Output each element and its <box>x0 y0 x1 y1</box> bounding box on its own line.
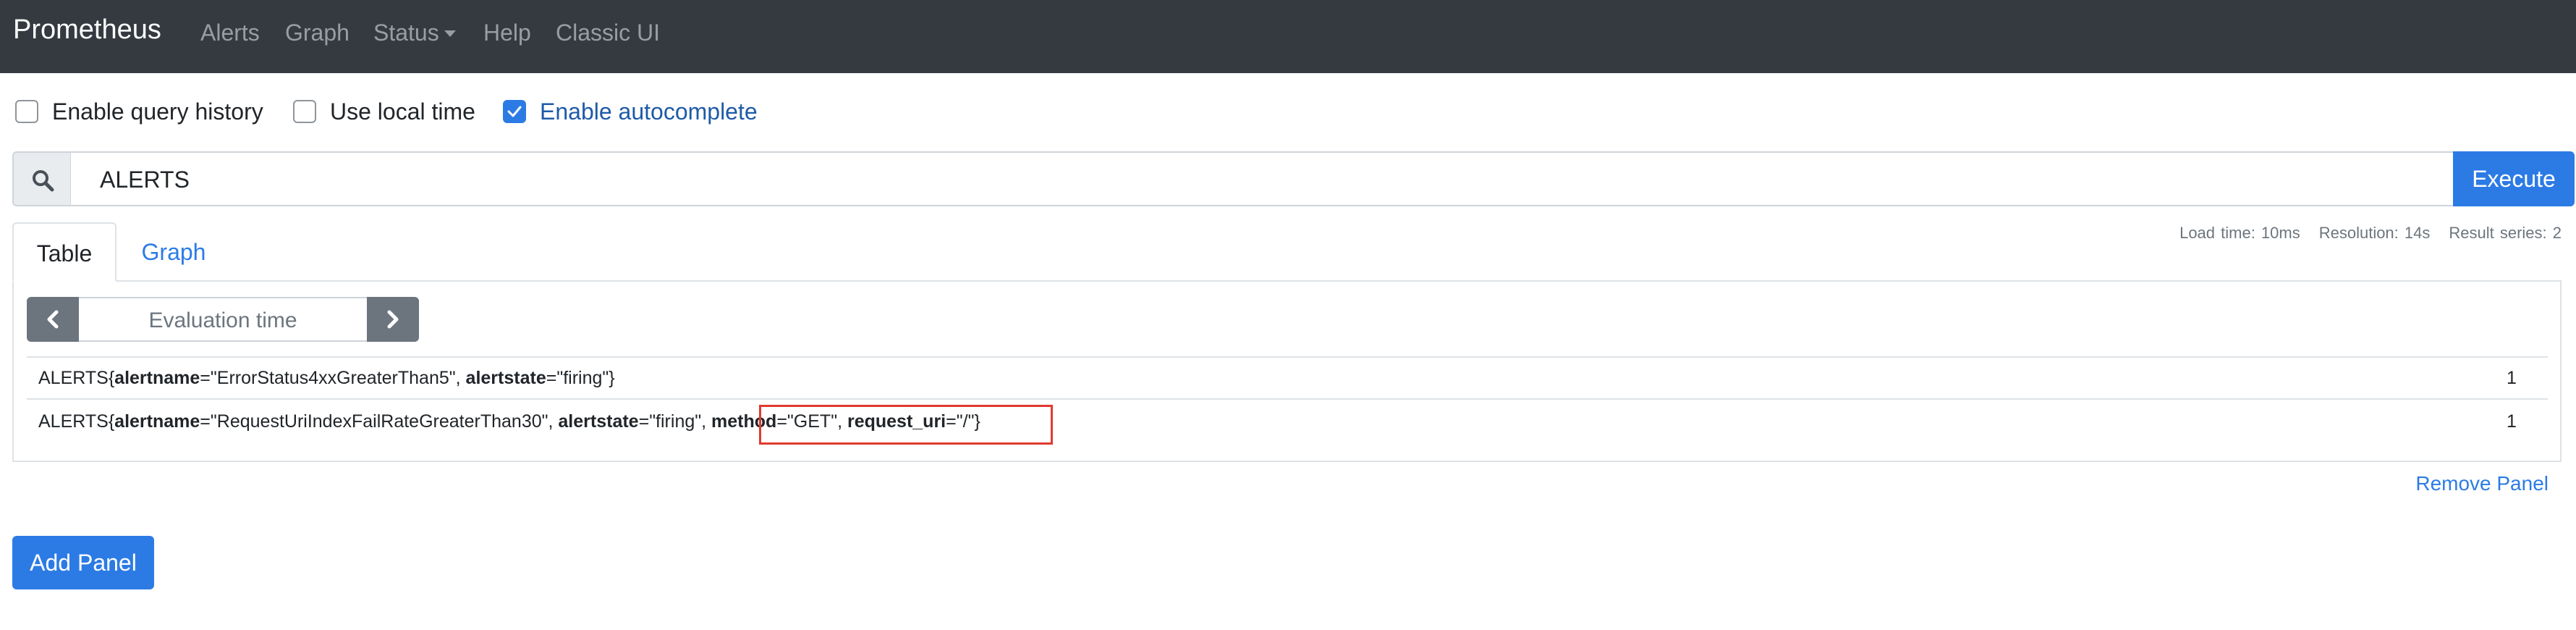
chevron-right-icon <box>387 310 399 329</box>
query-history-option[interactable]: Enable query history <box>15 97 276 126</box>
nav-alerts[interactable]: Alerts <box>200 20 260 46</box>
query-stats: Load time: 10ms Resolution: 14s Result ser… <box>2161 224 2562 243</box>
table-row-series: ALERTS{alertname="ErrorStatus4xxGreaterT… <box>38 368 615 388</box>
add-panel-button[interactable]: Add Panel <box>12 536 154 589</box>
evaluation-time-placeholder: Evaluation time <box>148 308 297 332</box>
table-row-value: 1 <box>2507 411 2517 432</box>
autocomplete-checkbox[interactable] <box>503 100 526 123</box>
nav-help[interactable]: Help <box>483 20 531 46</box>
remove-panel-link[interactable]: Remove Panel <box>2415 472 2549 495</box>
top-navbar: Prometheus Alerts Graph Status Help Clas… <box>0 0 2576 73</box>
expression-input[interactable]: ALERTS <box>71 151 2455 206</box>
resolution-stat: Resolution: 14s <box>2318 224 2431 242</box>
table-row-value: 1 <box>2507 368 2517 388</box>
query-input-group: ALERTS Execute <box>12 151 2575 206</box>
checkmark-icon <box>507 106 522 117</box>
local-time-option[interactable]: Use local time <box>293 97 510 126</box>
nav-classic-ui[interactable]: Classic UI <box>556 20 660 46</box>
chevron-left-icon <box>47 310 59 329</box>
brand-logo-text[interactable]: Prometheus <box>13 14 161 46</box>
nav-graph[interactable]: Graph <box>285 20 349 46</box>
result-series-stat: Result series: 2 <box>2449 224 2562 242</box>
autocomplete-option[interactable]: Enable autocomplete <box>503 97 778 126</box>
execute-button[interactable]: Execute <box>2453 151 2575 206</box>
search-icon-box <box>12 151 72 206</box>
query-history-checkbox[interactable] <box>15 100 38 123</box>
tab-table[interactable]: Table <box>12 222 116 282</box>
query-history-label[interactable]: Enable query history <box>52 97 263 126</box>
search-icon <box>33 170 54 192</box>
local-time-checkbox[interactable] <box>293 100 316 123</box>
autocomplete-label[interactable]: Enable autocomplete <box>540 97 758 126</box>
evaluation-time-input[interactable]: Evaluation time <box>79 297 367 342</box>
load-time-stat: Load time: 10ms <box>2179 224 2300 242</box>
expression-input-value: ALERTS <box>100 167 190 193</box>
nav-status-label: Status <box>373 20 439 46</box>
caret-down-icon <box>444 30 456 37</box>
eval-time-prev-button[interactable] <box>27 297 79 342</box>
local-time-label[interactable]: Use local time <box>330 97 475 126</box>
eval-time-next-button[interactable] <box>367 297 419 342</box>
evaluation-time-group: Evaluation time <box>27 297 419 342</box>
table-row-divider <box>27 398 2548 400</box>
highlight-annotation-box <box>759 405 1053 445</box>
nav-status-dropdown[interactable]: Status <box>373 20 456 46</box>
tab-graph[interactable]: Graph <box>123 222 224 282</box>
table-row-divider <box>27 356 2548 358</box>
